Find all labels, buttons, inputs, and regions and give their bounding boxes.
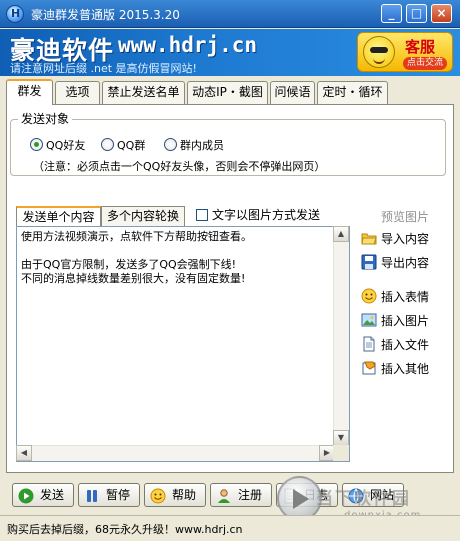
- scroll-left-icon[interactable]: ◀: [16, 445, 32, 461]
- status-text: 购买后去掉后缀，68元永久升级！www.hdrj.cn: [7, 523, 243, 536]
- radio-group-members-label: 群内成员: [180, 139, 224, 152]
- insert-other-icon: [362, 361, 376, 375]
- register-button[interactable]: 注册: [210, 483, 272, 507]
- help-label: 帮助: [172, 488, 197, 502]
- user-icon: [218, 489, 230, 503]
- radio-qq-friends-label: QQ好友: [46, 139, 86, 152]
- banner: 豪迪软件 www.hdrj.cn 请注意网址后缀 .net 是高仿假冒网站! 客…: [0, 29, 460, 76]
- pause-icon: [87, 490, 97, 502]
- help-smiley-icon: [150, 488, 166, 504]
- tab-schedule[interactable]: 定时・循环: [317, 81, 388, 104]
- send-label: 发送: [40, 488, 65, 502]
- import-content-button[interactable]: 导入内容: [361, 229, 429, 249]
- message-textarea[interactable]: 使用方法视频演示，点软件下方帮助按钮查看。 由于QQ官方限制，发送多了QQ会强制…: [16, 226, 350, 462]
- document-icon: [363, 336, 375, 352]
- insert-picture-label: 插入图片: [381, 314, 430, 328]
- radio-qq-friends[interactable]: QQ好友: [30, 138, 85, 153]
- tab-group-send[interactable]: 群发: [6, 79, 53, 105]
- tab-dynamic-ip[interactable]: 动态IP・截图: [187, 81, 268, 104]
- minimize-button[interactable]: _: [381, 4, 402, 23]
- pause-label: 暂停: [106, 488, 131, 502]
- import-content-label: 导入内容: [381, 232, 430, 246]
- close-button[interactable]: ×: [431, 4, 452, 23]
- watermark-text: 当下软件园: [316, 489, 411, 509]
- radio-unchecked-icon: [101, 138, 114, 151]
- title-bar: 豪迪群发普通版 2015.3.20 _ □ ×: [0, 0, 460, 28]
- export-content-label: 导出内容: [381, 256, 430, 270]
- maximize-button[interactable]: □: [406, 4, 427, 23]
- radio-checked-icon: [30, 138, 43, 151]
- tab-greeting[interactable]: 问候语: [270, 81, 315, 104]
- window-title: 豪迪群发普通版 2015.3.20: [31, 8, 180, 22]
- banner-url[interactable]: www.hdrj.cn: [118, 33, 257, 57]
- radio-group-members[interactable]: 群内成员: [164, 138, 224, 153]
- pause-button[interactable]: 暂停: [78, 483, 140, 507]
- register-label: 注册: [238, 488, 263, 502]
- service-sub-label: 点击交流: [403, 57, 448, 70]
- app-logo-icon: [6, 5, 24, 23]
- banner-notice: 请注意网址后缀 .net 是高仿假冒网站!: [10, 62, 197, 75]
- insert-file-button[interactable]: 插入文件: [361, 335, 429, 355]
- message-text[interactable]: 使用方法视频演示，点软件下方帮助按钮查看。 由于QQ官方限制，发送多了QQ会强制…: [21, 230, 331, 286]
- smiley-icon: [361, 288, 377, 304]
- radio-qq-group-label: QQ群: [117, 139, 146, 152]
- scroll-corner: [333, 445, 349, 461]
- vertical-scrollbar[interactable]: ▲ ▼: [333, 226, 349, 446]
- service-label: 客服: [405, 38, 436, 56]
- checkbox-unchecked-icon: [196, 209, 208, 221]
- insert-other-label: 插入其他: [381, 362, 430, 376]
- picture-icon: [361, 313, 377, 327]
- insert-picture-button[interactable]: 插入图片: [361, 311, 429, 331]
- preview-image-button[interactable]: 预览图片: [381, 208, 429, 225]
- tab-multi-content[interactable]: 多个内容轮换: [101, 206, 185, 226]
- floppy-disk-icon: [361, 254, 377, 270]
- tab-single-content[interactable]: 发送单个内容: [16, 206, 101, 226]
- insert-emoji-label: 插入表情: [381, 290, 430, 304]
- play-icon: [18, 488, 34, 504]
- horizontal-scrollbar[interactable]: ◀ ▶: [16, 445, 335, 461]
- radio-unchecked-icon: [164, 138, 177, 151]
- customer-service-button[interactable]: 客服 点击交流: [357, 32, 453, 72]
- folder-open-icon: [361, 233, 377, 245]
- send-as-image-label: 文字以图片方式发送: [212, 208, 321, 222]
- tab-options[interactable]: 选项: [55, 81, 100, 104]
- tab-blocked-list[interactable]: 禁止发送名单: [102, 81, 185, 104]
- export-content-button[interactable]: 导出内容: [361, 253, 429, 273]
- send-button[interactable]: 发送: [12, 483, 74, 507]
- insert-other-button[interactable]: 插入其他: [361, 359, 429, 379]
- insert-file-label: 插入文件: [381, 338, 430, 352]
- help-button[interactable]: 帮助: [144, 483, 206, 507]
- scroll-up-icon[interactable]: ▲: [333, 226, 349, 242]
- insert-emoji-button[interactable]: 插入表情: [361, 287, 429, 307]
- send-as-image-checkbox[interactable]: 文字以图片方式发送: [196, 208, 320, 222]
- scroll-down-icon[interactable]: ▼: [333, 430, 349, 446]
- send-target-note: （注意：必须点击一个QQ好友头像，否则会不停弹出网页）: [33, 160, 326, 173]
- radio-qq-group[interactable]: QQ群: [101, 138, 145, 153]
- status-bar: 购买后去掉后缀，68元永久升级！www.hdrj.cn: [0, 515, 460, 541]
- send-target-title: 发送对象: [18, 110, 73, 127]
- smiley-face-icon: [363, 36, 395, 68]
